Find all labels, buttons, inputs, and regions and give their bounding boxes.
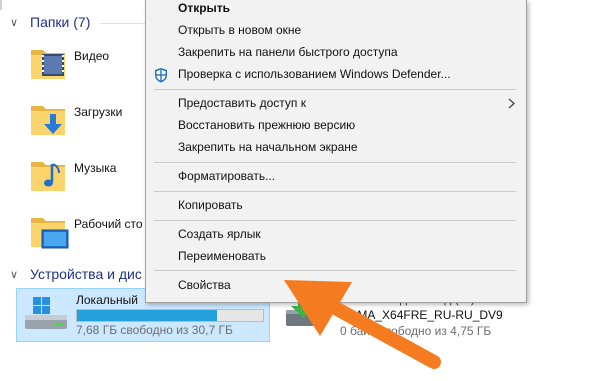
group-header-devices[interactable]: ∨ Устройства и дис xyxy=(10,266,142,282)
music-folder-icon xyxy=(31,162,65,191)
menu-item-pin-start[interactable]: Закрепить на начальном экране xyxy=(146,136,526,158)
downloads-folder-icon xyxy=(31,106,65,135)
desktop-folder-icon xyxy=(31,218,69,249)
menu-item-defender-scan[interactable]: Проверка с использованием Windows Defend… xyxy=(146,63,526,85)
drive-name: Локальный xyxy=(76,293,138,307)
menu-separator xyxy=(154,162,516,163)
windows-defender-icon xyxy=(155,68,167,83)
folder-label: Рабочий сто xyxy=(74,217,143,231)
menu-separator xyxy=(154,191,516,192)
menu-item-open-new-window[interactable]: Открыть в новом окне xyxy=(146,19,526,41)
drive-usage-bar xyxy=(76,309,264,322)
menu-item-label: Предоставить доступ к xyxy=(178,96,306,110)
folder-label: Загрузки xyxy=(74,105,123,119)
menu-item-open[interactable]: Открыть xyxy=(146,0,526,19)
menu-item-copy[interactable]: Копировать xyxy=(146,194,526,216)
menu-item-restore-version[interactable]: Восстановить прежнюю версию xyxy=(146,114,526,136)
left-edge-line xyxy=(0,0,2,10)
group-divider xyxy=(100,23,145,24)
chevron-down-icon: ∨ xyxy=(10,16,19,29)
chevron-down-icon: ∨ xyxy=(10,268,19,281)
group-header-devices-label: Устройства и дис xyxy=(30,266,142,282)
drive-usage-fill xyxy=(77,310,217,321)
group-header-folders-label: Папки (7) xyxy=(30,14,91,30)
hard-drive-icon xyxy=(25,297,67,329)
drive-free-space: 7,68 ГБ свободно из 30,7 ГБ xyxy=(76,323,233,337)
menu-separator xyxy=(154,89,516,90)
menu-item-format[interactable]: Форматировать... xyxy=(146,165,526,187)
context-menu: Открыть Открыть в новом окне Закрепить н… xyxy=(145,0,527,303)
menu-separator xyxy=(154,220,516,221)
video-folder-icon xyxy=(31,50,65,79)
menu-item-give-access[interactable]: Предоставить доступ к xyxy=(146,92,526,114)
annotation-arrow-icon xyxy=(284,280,441,369)
menu-item-pin-quick-access[interactable]: Закрепить на панели быстрого доступа xyxy=(146,41,526,63)
folder-label: Музыка xyxy=(74,161,117,175)
chevron-right-icon xyxy=(508,98,515,109)
folder-label: Видео xyxy=(74,49,110,63)
menu-item-label: Проверка с использованием Windows Defend… xyxy=(178,67,451,81)
group-header-folders[interactable]: ∨ Папки (7) xyxy=(10,14,90,30)
menu-item-create-shortcut[interactable]: Создать ярлык xyxy=(146,223,526,245)
